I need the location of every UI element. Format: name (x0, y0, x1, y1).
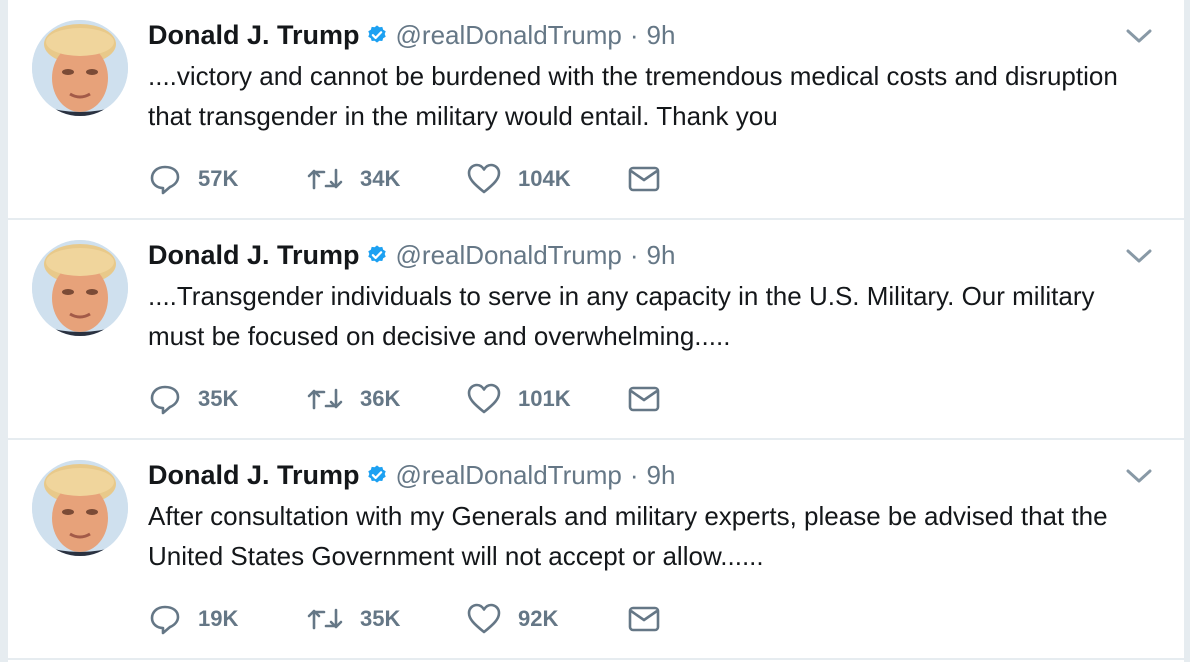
reply-icon (150, 165, 180, 195)
verified-badge-icon (366, 24, 388, 46)
avatar[interactable] (32, 20, 128, 116)
tweet-header: Donald J. Trump @realDonaldTrump · 9h (148, 18, 675, 52)
tweet[interactable]: Donald J. Trump @realDonaldTrump · 9h Af… (8, 440, 1184, 660)
like-button[interactable]: 92K (466, 598, 628, 640)
avatar-portrait-icon (32, 20, 128, 116)
retweet-count: 35K (360, 606, 401, 631)
separator: · (629, 239, 639, 270)
like-count: 101K (518, 386, 571, 411)
heart-icon (467, 163, 501, 194)
verified-badge-icon (366, 244, 388, 266)
heart-icon (467, 383, 501, 414)
avatar[interactable] (32, 460, 128, 556)
tweet[interactable]: Donald J. Trump @realDonaldTrump · 9h ..… (8, 220, 1184, 440)
reply-count: 35K (198, 386, 239, 411)
timestamp[interactable]: 9h (647, 460, 676, 491)
reply-button[interactable]: 35K (148, 378, 306, 420)
reply-count: 19K (198, 606, 239, 631)
verified-badge-icon (366, 464, 388, 486)
retweet-button[interactable]: 34K (306, 158, 466, 200)
timeline: Donald J. Trump @realDonaldTrump · 9h ..… (8, 0, 1184, 662)
chevron-down-icon[interactable] (1124, 466, 1154, 486)
envelope-icon (628, 606, 660, 632)
action-bar: 57K 34K 104K (148, 158, 660, 200)
reply-count: 57K (198, 166, 239, 191)
tweet-text: After consultation with my Generals and … (148, 501, 1108, 571)
action-bar: 35K 36K 101K (148, 378, 660, 420)
author-handle[interactable]: @realDonaldTrump (396, 460, 622, 491)
separator: · (629, 459, 639, 490)
chevron-down-icon[interactable] (1124, 26, 1154, 46)
reply-icon (150, 605, 180, 635)
direct-message-button[interactable] (628, 378, 660, 420)
like-button[interactable]: 101K (466, 378, 628, 420)
author-name[interactable]: Donald J. Trump (148, 20, 360, 51)
like-count: 104K (518, 166, 571, 191)
like-button[interactable]: 104K (466, 158, 628, 200)
author-name[interactable]: Donald J. Trump (148, 240, 360, 271)
reply-button[interactable]: 57K (148, 158, 306, 200)
reply-icon (150, 385, 180, 415)
retweet-count: 36K (360, 386, 401, 411)
reply-button[interactable]: 19K (148, 598, 306, 640)
direct-message-button[interactable] (628, 158, 660, 200)
envelope-icon (628, 166, 660, 192)
retweet-icon (307, 168, 343, 190)
retweet-count: 34K (360, 166, 401, 191)
retweet-icon (307, 608, 343, 630)
heart-icon (467, 603, 501, 634)
author-name[interactable]: Donald J. Trump (148, 460, 360, 491)
tweet-text: ....Transgender individuals to serve in … (148, 281, 1095, 351)
direct-message-button[interactable] (628, 598, 660, 640)
author-handle[interactable]: @realDonaldTrump (396, 20, 622, 51)
envelope-icon (628, 386, 660, 412)
separator: · (629, 19, 639, 50)
retweet-icon (307, 388, 343, 410)
like-count: 92K (518, 606, 559, 631)
retweet-button[interactable]: 36K (306, 378, 466, 420)
timestamp[interactable]: 9h (647, 20, 676, 51)
tweet-header: Donald J. Trump @realDonaldTrump · 9h (148, 238, 675, 272)
tweet[interactable]: Donald J. Trump @realDonaldTrump · 9h ..… (8, 0, 1184, 220)
tweet-header: Donald J. Trump @realDonaldTrump · 9h (148, 458, 675, 492)
timestamp[interactable]: 9h (647, 240, 676, 271)
avatar[interactable] (32, 240, 128, 336)
tweet-text: ....victory and cannot be burdened with … (148, 61, 1118, 131)
retweet-button[interactable]: 35K (306, 598, 466, 640)
avatar-portrait-icon (32, 240, 128, 336)
chevron-down-icon[interactable] (1124, 246, 1154, 266)
action-bar: 19K 35K 92K (148, 598, 660, 640)
avatar-portrait-icon (32, 460, 128, 556)
author-handle[interactable]: @realDonaldTrump (396, 240, 622, 271)
